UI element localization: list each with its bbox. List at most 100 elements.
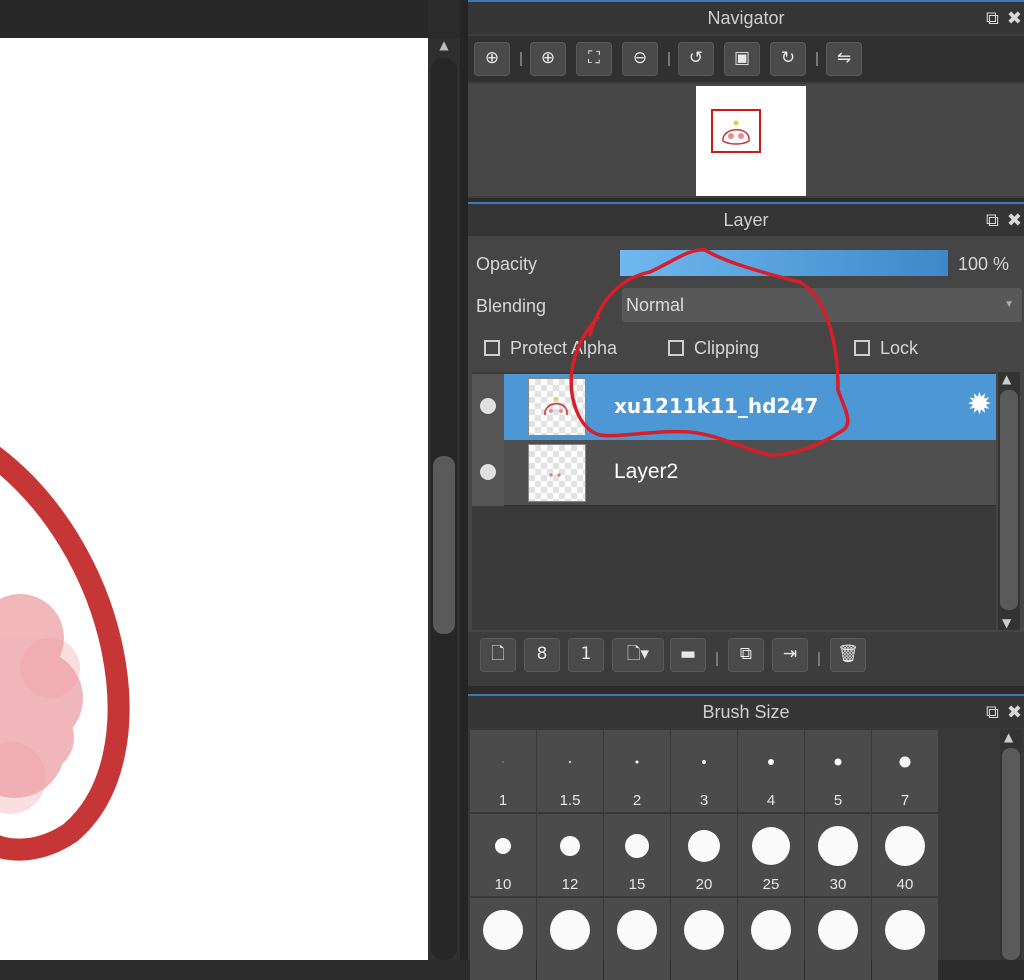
brush-size-grid: 1 1.5 2 3 4 5 7 10 12 15 20 25 30 40 — [468, 730, 938, 980]
detach-panel-icon[interactable]: ⧉ — [986, 204, 999, 236]
brush-size-option[interactable]: 40 — [872, 814, 938, 896]
thumbnail-drawing — [722, 120, 750, 145]
brush-size-option[interactable]: 10 — [470, 814, 536, 896]
brush-size-option[interactable] — [738, 898, 804, 980]
scroll-down-arrow-icon[interactable]: ▼ — [1002, 616, 1011, 630]
zoom-in-icon[interactable]: ⊕ — [530, 42, 566, 76]
brush-size-option[interactable]: 7 — [872, 730, 938, 812]
scroll-up-arrow-icon[interactable]: ▲ — [1002, 372, 1011, 386]
new-layer-icon[interactable]: 🗋 — [480, 638, 516, 672]
brush-size-option[interactable]: 1 — [470, 730, 536, 812]
scroll-up-arrow-icon[interactable]: ▲ — [1004, 730, 1013, 744]
layer-header: Layer ⧉ ✖ — [468, 202, 1024, 236]
new-1bit-layer-icon[interactable]: 1 — [568, 638, 604, 672]
new-folder-icon[interactable]: ▬ — [670, 638, 706, 672]
fit-screen-icon[interactable]: ⛶ — [576, 42, 612, 76]
brush-dot-icon — [684, 910, 724, 950]
scroll-thumb[interactable] — [1002, 748, 1020, 960]
lock-label: Lock — [880, 338, 919, 358]
layer-thumb-drawing — [549, 473, 561, 477]
brush-size-option[interactable]: 5 — [805, 730, 871, 812]
navigator-toolbar: ⊕ ⊕ ⛶ ⊖ ↺ ▣ ↻ ⇋ — [468, 36, 1024, 82]
brush-size-option[interactable]: 20 — [671, 814, 737, 896]
brush-size-option[interactable] — [872, 898, 938, 980]
navigator-view-rect[interactable] — [711, 109, 761, 153]
scroll-track[interactable] — [431, 58, 457, 960]
scroll-thumb[interactable] — [433, 456, 455, 634]
gear-icon[interactable]: ✹ — [967, 388, 992, 422]
brush-size-header: Brush Size ⧉ ✖ — [468, 694, 1024, 728]
brush-size-label: 3 — [699, 792, 709, 809]
brush-size-scrollbar[interactable]: ▲ — [1000, 730, 1022, 960]
rotate-left-icon[interactable]: ↺ — [678, 42, 714, 76]
scroll-up-arrow-icon[interactable]: ▲ — [436, 38, 452, 54]
blending-select[interactable]: Normal ▼ — [622, 288, 1022, 322]
layer-thumbnail — [528, 378, 586, 436]
layer-visibility-toggle[interactable] — [472, 374, 504, 440]
visibility-dot-icon — [480, 464, 496, 480]
merge-down-icon[interactable]: ⇥ — [772, 638, 808, 672]
layer-list-scrollbar[interactable]: ▲ ▼ — [998, 372, 1020, 630]
brush-size-option[interactable] — [671, 898, 737, 980]
opacity-label: Opacity — [476, 254, 538, 274]
canvas-vertical-scrollbar[interactable]: ▲ — [428, 38, 460, 960]
detach-panel-icon[interactable]: ⧉ — [986, 2, 999, 34]
close-panel-icon[interactable]: ✖ — [1007, 696, 1022, 728]
brush-size-option[interactable]: 30 — [805, 814, 871, 896]
toolbar-divider — [716, 652, 718, 666]
clipping-checkbox[interactable] — [668, 340, 684, 356]
brush-size-panel: Brush Size ⧉ ✖ 1 1.5 2 3 4 5 7 10 12 15 20 25 30 40 ▲ — [468, 694, 1024, 980]
layer-name: Layer2 — [614, 460, 679, 483]
toolbar-divider — [818, 652, 820, 666]
navigator-preview[interactable] — [468, 84, 1024, 196]
brush-size-label: 10 — [494, 876, 512, 893]
brush-dot-icon — [899, 756, 911, 768]
brush-size-label: 2 — [632, 792, 642, 809]
zoom-actual-icon[interactable]: ⊕ — [474, 42, 510, 76]
panel-splitter[interactable] — [460, 0, 468, 960]
brush-size-option[interactable]: 15 — [604, 814, 670, 896]
add-layer-dropdown-icon[interactable]: 🗋▾ — [612, 638, 664, 672]
brush-size-option[interactable]: 25 — [738, 814, 804, 896]
layer-visibility-toggle[interactable] — [472, 440, 504, 506]
brush-size-option[interactable]: 12 — [537, 814, 603, 896]
brush-dot-icon — [635, 760, 639, 764]
rotate-right-icon[interactable]: ↻ — [770, 42, 806, 76]
brush-dot-icon — [483, 910, 523, 950]
brush-size-label: 7 — [900, 792, 910, 809]
brush-size-option[interactable]: 2 — [604, 730, 670, 812]
close-panel-icon[interactable]: ✖ — [1007, 204, 1022, 236]
navigator-thumbnail[interactable] — [696, 86, 806, 196]
layer-row[interactable]: Layer2 — [472, 440, 996, 506]
navigator-title: Navigator — [707, 8, 785, 28]
detach-panel-icon[interactable]: ⧉ — [986, 696, 999, 728]
brush-size-option[interactable] — [805, 898, 871, 980]
brush-dot-icon — [885, 826, 925, 866]
brush-size-option[interactable]: 4 — [738, 730, 804, 812]
brush-size-option[interactable]: 3 — [671, 730, 737, 812]
brush-dot-icon — [751, 910, 791, 950]
chevron-down-icon: ▼ — [1004, 299, 1014, 310]
brush-size-option[interactable]: 1.5 — [537, 730, 603, 812]
brush-size-option[interactable] — [604, 898, 670, 980]
brush-dot-icon — [569, 761, 571, 763]
opacity-slider[interactable] — [620, 250, 948, 276]
brush-size-option[interactable] — [537, 898, 603, 980]
brush-dot-icon — [768, 759, 774, 765]
lock-checkbox[interactable] — [854, 340, 870, 356]
layer-row-selected[interactable]: xu1211k11_hd247 ✹ — [472, 374, 996, 440]
new-8bit-layer-icon[interactable]: 8 — [524, 638, 560, 672]
brush-size-option[interactable] — [470, 898, 536, 980]
delete-layer-icon[interactable]: 🗑 — [830, 638, 866, 672]
drawing-canvas[interactable] — [0, 38, 428, 960]
flip-horizontal-icon[interactable]: ⇋ — [826, 42, 862, 76]
protect-alpha-checkbox[interactable] — [484, 340, 500, 356]
zoom-out-icon[interactable]: ⊖ — [622, 42, 658, 76]
scroll-thumb[interactable] — [1000, 390, 1018, 610]
close-panel-icon[interactable]: ✖ — [1007, 2, 1022, 34]
fit-window-icon[interactable]: ▣ — [724, 42, 760, 76]
duplicate-layer-icon[interactable]: ⧉ — [728, 638, 764, 672]
brush-size-title: Brush Size — [702, 702, 790, 722]
brush-size-label: 25 — [762, 876, 780, 893]
brush-size-label: 40 — [896, 876, 914, 893]
